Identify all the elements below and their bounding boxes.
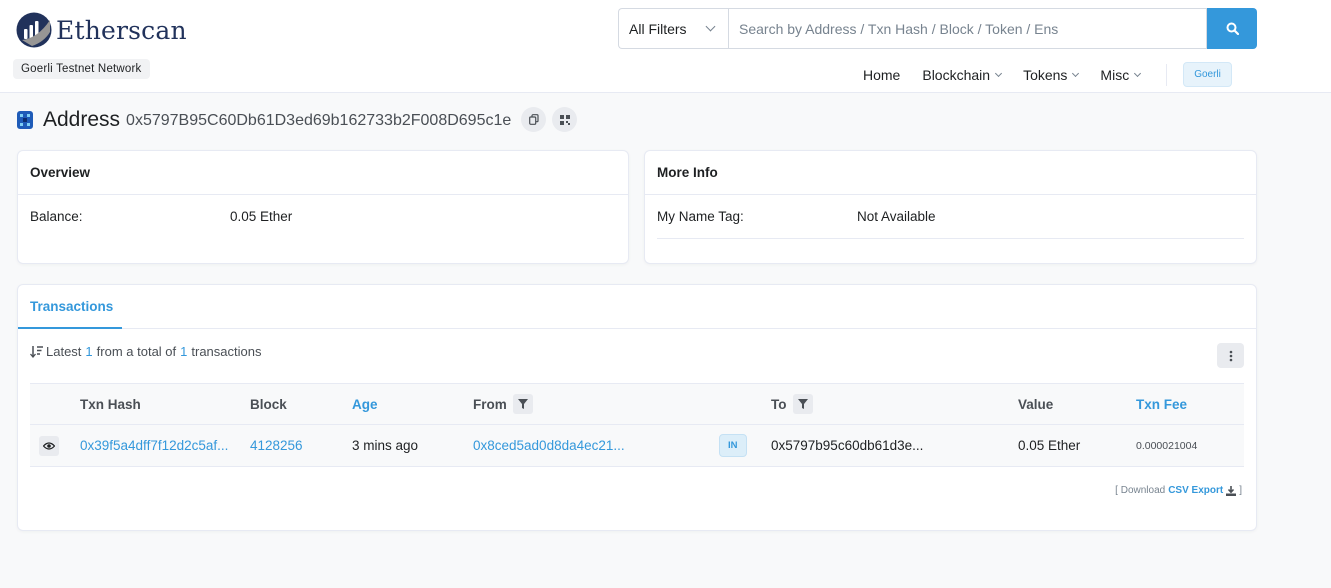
from-address-link[interactable]: 0x8ced5ad0d8da4ec21... bbox=[473, 425, 625, 466]
overview-heading: Overview bbox=[18, 151, 628, 195]
site-header: Etherscan Goerli Testnet Network All Fil… bbox=[0, 0, 1331, 93]
qr-code-icon bbox=[559, 114, 570, 125]
more-vertical-icon bbox=[1229, 350, 1232, 361]
main-nav: Home Blockchain Tokens Misc Goerli bbox=[863, 62, 1232, 87]
chevron-down-icon bbox=[1134, 69, 1142, 77]
table-header: Txn Hash Block Age From To Value Txn Fee bbox=[30, 383, 1244, 425]
download-icon[interactable] bbox=[1226, 485, 1237, 496]
chevron-down-icon bbox=[1072, 69, 1080, 77]
transactions-table: Txn Hash Block Age From To Value Txn Fee bbox=[30, 383, 1244, 467]
overview-card: Overview Balance: 0.05 Ether bbox=[17, 150, 629, 264]
nav-tokens[interactable]: Tokens bbox=[1023, 66, 1080, 83]
network-switch-button[interactable]: Goerli bbox=[1183, 62, 1232, 87]
nav-tokens-label: Tokens bbox=[1023, 66, 1068, 83]
txn-fee-value: 0.000021004 bbox=[1136, 439, 1198, 452]
transactions-tabs: Transactions bbox=[18, 285, 1256, 329]
more-info-card: More Info My Name Tag: Not Available bbox=[644, 150, 1257, 264]
eye-icon bbox=[43, 441, 55, 450]
col-txn-hash: Txn Hash bbox=[80, 396, 141, 412]
chevron-down-icon bbox=[995, 69, 1003, 77]
col-value: Value bbox=[1018, 396, 1054, 412]
name-tag-label: My Name Tag: bbox=[657, 209, 744, 224]
value-amount: 0.05 Ether bbox=[1018, 438, 1081, 453]
col-block: Block bbox=[250, 396, 287, 412]
more-info-heading: More Info bbox=[645, 151, 1256, 195]
chevron-down-icon bbox=[705, 21, 716, 32]
address-blockie-icon bbox=[17, 110, 33, 129]
balance-row: Balance: 0.05 Ether bbox=[18, 195, 628, 224]
filter-select-label: All Filters bbox=[629, 20, 687, 37]
summary-suffix: transactions bbox=[191, 344, 262, 359]
more-options-button[interactable] bbox=[1217, 343, 1244, 368]
brand-name: Etherscan bbox=[56, 15, 187, 45]
direction-badge: IN bbox=[719, 434, 747, 457]
nav-misc[interactable]: Misc bbox=[1100, 66, 1142, 83]
txn-hash-link[interactable]: 0x39f5a4dff7f12d2c5af... bbox=[80, 425, 228, 466]
nav-divider bbox=[1166, 63, 1168, 86]
qr-code-button[interactable] bbox=[552, 107, 578, 132]
nav-blockchain-label: Blockchain bbox=[922, 66, 991, 83]
summary-total-link[interactable]: 1 bbox=[180, 344, 187, 359]
csv-export-link[interactable]: CSV Export bbox=[1168, 485, 1223, 496]
copy-icon bbox=[528, 114, 539, 125]
balance-value: 0.05 Ether bbox=[230, 209, 293, 224]
nav-home-label: Home bbox=[863, 66, 901, 83]
sort-desc-icon bbox=[30, 346, 43, 358]
col-age[interactable]: Age bbox=[352, 384, 378, 424]
export-open-bracket: [ Download bbox=[1115, 485, 1166, 496]
col-to: To bbox=[771, 384, 813, 424]
search-icon bbox=[1226, 22, 1239, 35]
search-button[interactable] bbox=[1207, 8, 1257, 49]
transactions-summary: Latest 1 from a total of 1 transactions bbox=[30, 344, 261, 359]
copy-address-button[interactable] bbox=[521, 107, 547, 132]
table-row: 0x39f5a4dff7f12d2c5af... 4128256 3 mins … bbox=[30, 425, 1244, 467]
search-input[interactable] bbox=[728, 8, 1207, 49]
col-from-label: From bbox=[473, 396, 507, 412]
nav-home[interactable]: Home bbox=[863, 67, 900, 83]
summary-prefix: Latest bbox=[46, 344, 82, 359]
summary-count-link[interactable]: 1 bbox=[85, 344, 92, 359]
network-badge: Goerli Testnet Network bbox=[13, 59, 150, 79]
page-title: Address bbox=[43, 107, 121, 131]
transactions-card: Transactions Latest 1 from a total of 1 … bbox=[17, 284, 1257, 531]
tab-transactions[interactable]: Transactions bbox=[18, 285, 122, 329]
filter-select[interactable]: All Filters bbox=[618, 8, 728, 49]
direction-cell: IN bbox=[719, 425, 747, 466]
age-value: 3 mins ago bbox=[352, 438, 419, 453]
etherscan-logo[interactable]: Etherscan bbox=[16, 12, 187, 48]
view-details-cell bbox=[39, 425, 59, 466]
nav-misc-label: Misc bbox=[1100, 66, 1130, 83]
filter-icon bbox=[517, 399, 528, 409]
filter-icon bbox=[797, 399, 808, 409]
block-link[interactable]: 4128256 bbox=[250, 425, 303, 466]
col-to-label: To bbox=[771, 396, 787, 412]
from-filter-button[interactable] bbox=[512, 394, 533, 414]
download-export: [ Download CSV Export ] bbox=[1115, 485, 1242, 496]
name-tag-value: Not Available bbox=[857, 209, 936, 224]
to-filter-button[interactable] bbox=[792, 394, 813, 414]
address-header: Address 0x5797B95C60Db61D3ed69b162733b2F… bbox=[17, 107, 578, 132]
col-txn-fee[interactable]: Txn Fee bbox=[1136, 384, 1187, 424]
name-tag-row: My Name Tag: Not Available bbox=[657, 195, 1244, 239]
export-close-bracket: ] bbox=[1239, 485, 1242, 496]
view-details-button[interactable] bbox=[39, 435, 59, 456]
address-hash: 0x5797B95C60Db61D3ed69b162733b2F008D695c… bbox=[126, 112, 512, 129]
col-from: From bbox=[473, 384, 533, 424]
to-address-value: 0x5797b95c60db61d3e... bbox=[771, 438, 924, 453]
search-bar: All Filters bbox=[618, 8, 1257, 49]
etherscan-logo-icon bbox=[16, 12, 52, 48]
nav-blockchain[interactable]: Blockchain bbox=[922, 66, 1003, 83]
summary-mid: from a total of bbox=[96, 344, 177, 359]
balance-label: Balance: bbox=[30, 209, 83, 224]
